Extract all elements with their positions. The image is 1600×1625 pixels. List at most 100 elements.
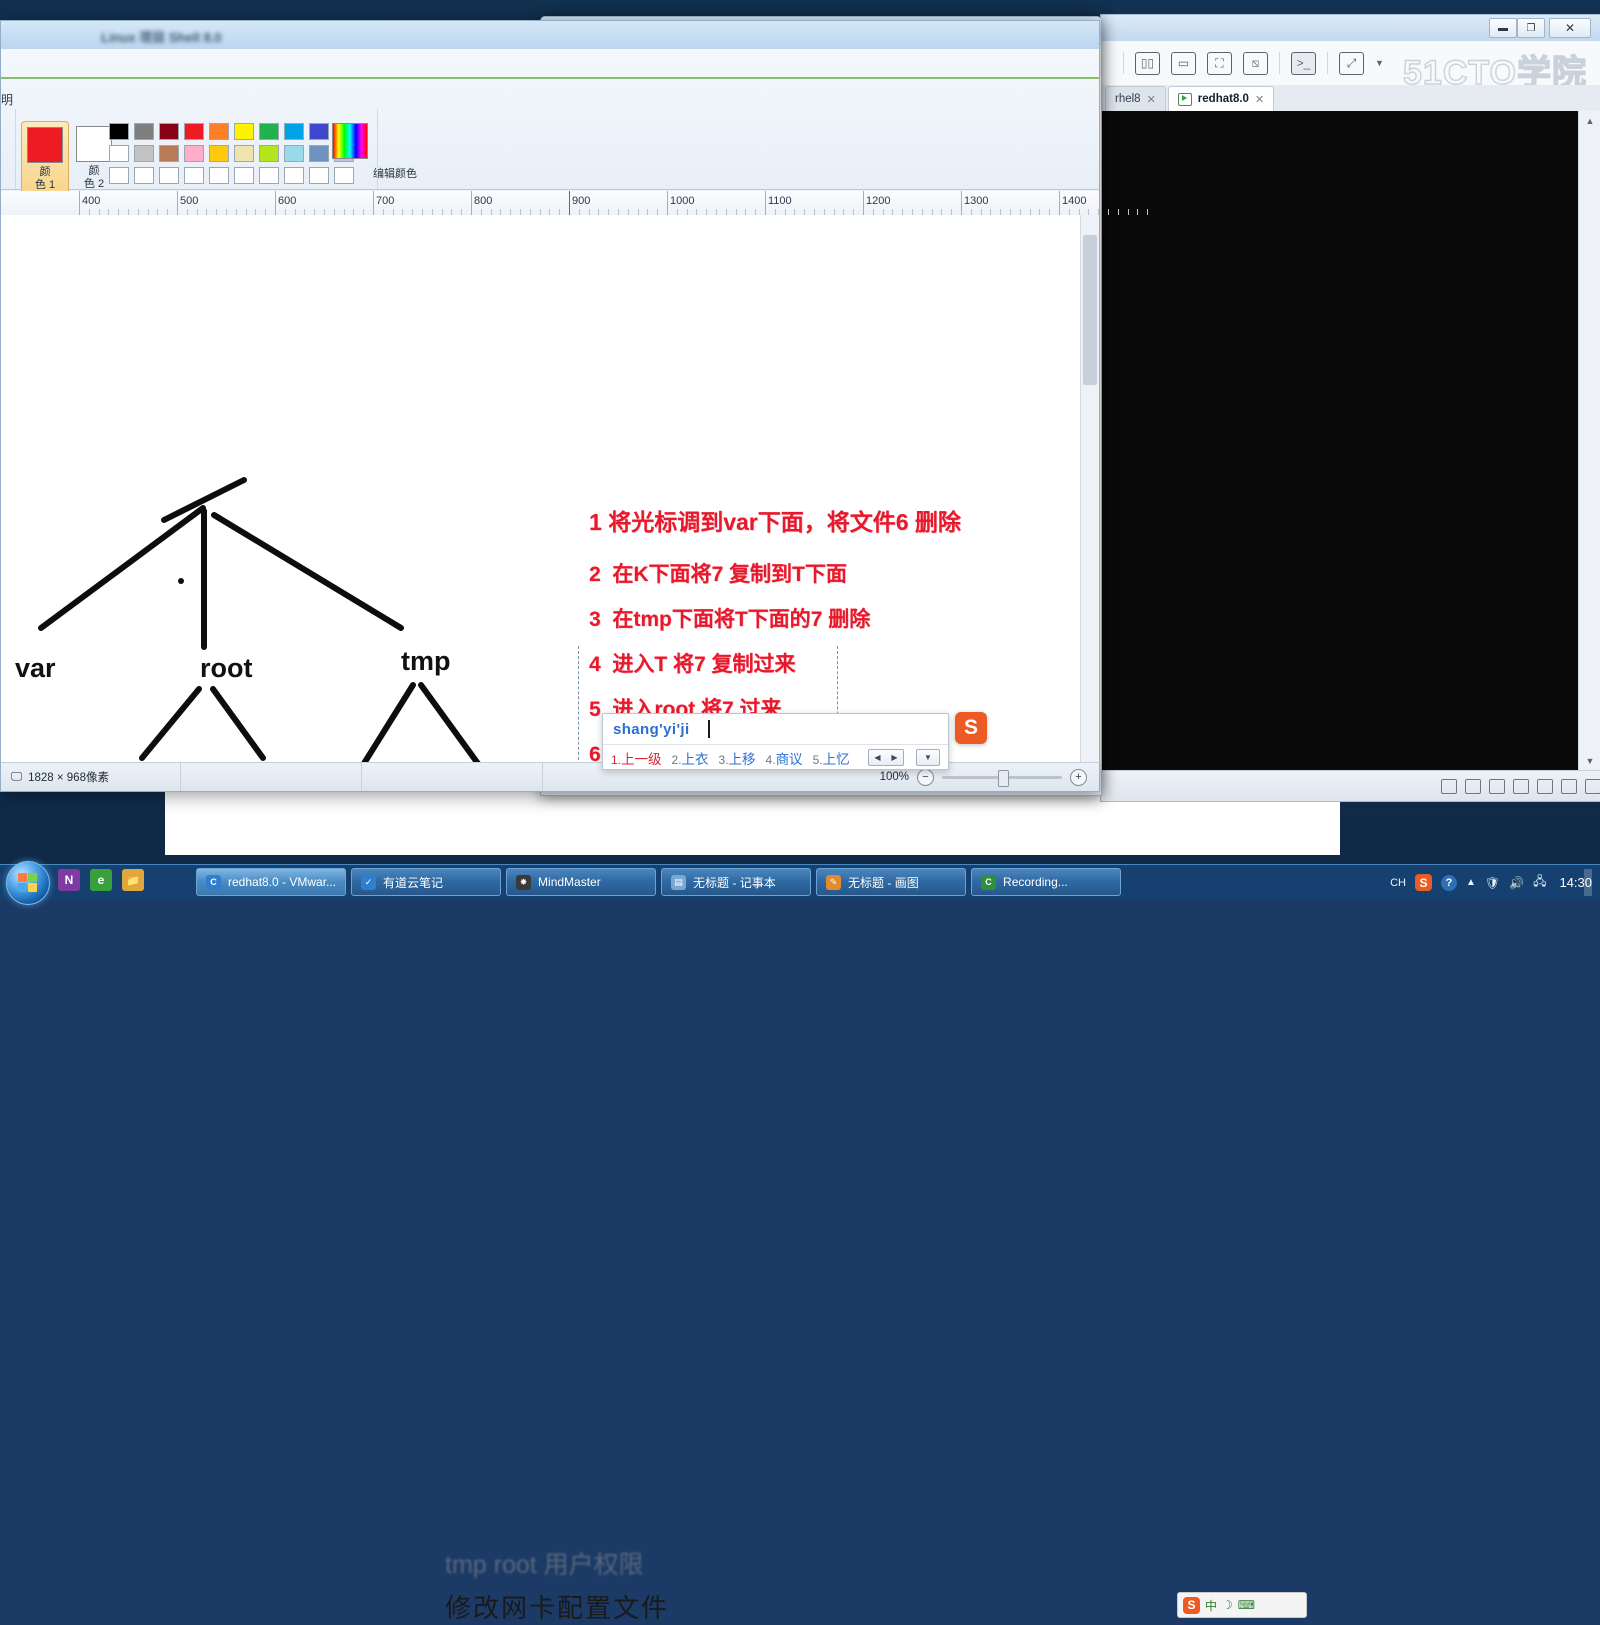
moon-icon[interactable]: ☽ xyxy=(1222,1598,1233,1612)
palette-swatch-1-4[interactable] xyxy=(184,123,204,140)
usb-icon[interactable] xyxy=(1513,778,1529,794)
ime-menu-icon[interactable]: ▼ xyxy=(916,749,940,766)
taskbar-item-youdao[interactable]: ✓ 有道云笔记 xyxy=(351,868,502,896)
cd-icon[interactable] xyxy=(1465,778,1481,794)
onenote-icon[interactable]: N xyxy=(58,869,80,891)
close-icon[interactable]: ✕ xyxy=(1147,93,1156,106)
ime-pinyin-input[interactable]: shang'yi'ji xyxy=(613,721,690,738)
palette-swatch-3-1[interactable] xyxy=(109,167,129,184)
palette-swatch-2-3[interactable] xyxy=(159,145,179,162)
palette-swatch-1-3[interactable] xyxy=(159,123,179,140)
ime-candidate-window[interactable]: shang'yi'ji 1.上一级 2.上衣 3.上移 4.商议 5.上忆 ◀ … xyxy=(602,713,949,770)
ime-candidate-list[interactable]: 1.上一级 2.上衣 3.上移 4.商议 5.上忆 xyxy=(611,748,850,768)
input-language-indicator[interactable]: CH xyxy=(1390,877,1406,889)
palette-swatch-1-1[interactable] xyxy=(109,123,129,140)
show-desktop-button[interactable] xyxy=(1584,869,1592,896)
canvas-vertical-scrollbar[interactable] xyxy=(1080,215,1099,775)
dropdown-caret-icon[interactable]: ▼ xyxy=(1375,58,1384,68)
zoom-in-button[interactable]: + xyxy=(1070,768,1087,786)
paint-titlebar[interactable]: Linux 项目 Shell 8.0 xyxy=(1,21,1099,49)
palette-swatch-3-2[interactable] xyxy=(134,167,154,184)
unity-mode-icon[interactable]: ⧅ xyxy=(1243,51,1268,75)
color-palette[interactable] xyxy=(109,123,356,186)
display-icon[interactable] xyxy=(1585,778,1600,794)
action-center-icon[interactable]: 🛡 xyxy=(1485,876,1500,890)
expand-icon[interactable]: ⤢ xyxy=(1339,51,1364,75)
zoom-out-button[interactable]: − xyxy=(917,768,934,786)
sogou-tray-icon[interactable]: S xyxy=(1414,874,1432,891)
ime-page-nav[interactable]: ◀ ▶ xyxy=(868,749,904,766)
close-button[interactable]: ✕ xyxy=(1549,18,1591,38)
maximize-button[interactable]: ❐ xyxy=(1517,18,1545,38)
taskbar-item-paint[interactable]: ✎ 无标题 - 画图 xyxy=(816,868,967,896)
palette-swatch-3-8[interactable] xyxy=(284,167,304,184)
palette-swatch-2-1[interactable] xyxy=(109,145,129,162)
scrollbar-thumb[interactable] xyxy=(1083,235,1097,385)
vmware-right-titlebar[interactable]: ▬ ❐ ✕ xyxy=(1101,15,1600,41)
keyboard-icon[interactable]: ⌨ xyxy=(1238,1598,1255,1612)
vmware-right-window[interactable]: ▬ ❐ ✕ ▯▯ ▭ ⛶ ⧅ >_ ⤢ ▼ 51CTO学院 rhel8 ✕ re… xyxy=(1100,14,1600,802)
explorer-icon[interactable]: 📁 xyxy=(122,869,144,891)
palette-swatch-3-4[interactable] xyxy=(184,167,204,184)
paint-window[interactable]: Linux 项目 Shell 8.0 明 颜 色 1 颜 色 2 编辑颜色 颜色 xyxy=(0,20,1149,792)
sogou-language-bar[interactable]: S 中 ☽ ⌨ xyxy=(1177,1592,1307,1618)
printer-icon[interactable] xyxy=(1561,778,1577,794)
palette-swatch-1-5[interactable] xyxy=(209,123,229,140)
ime-candidate-4[interactable]: 4.商议 xyxy=(766,748,803,768)
color1-button[interactable]: 颜 色 1 xyxy=(21,121,69,201)
zoom-slider-track[interactable] xyxy=(942,769,1062,787)
palette-swatch-2-5[interactable] xyxy=(209,145,229,162)
ime-candidate-5[interactable]: 5.上忆 xyxy=(813,748,850,768)
palette-swatch-3-6[interactable] xyxy=(234,167,254,184)
color1-swatch[interactable] xyxy=(27,127,63,163)
taskbar-item-recording[interactable]: C Recording... xyxy=(971,868,1122,896)
palette-swatch-3-7[interactable] xyxy=(259,167,279,184)
taskbar-item-mindmaster[interactable]: ✸ MindMaster xyxy=(506,868,657,896)
split-view-icon[interactable]: ▯▯ xyxy=(1135,51,1160,75)
palette-swatch-2-4[interactable] xyxy=(184,145,204,162)
vm-tab-redhat8[interactable]: redhat8.0 ✕ xyxy=(1167,86,1275,111)
fullscreen-icon[interactable]: ⛶ xyxy=(1207,51,1232,75)
scroll-down-icon[interactable]: ▼ xyxy=(1583,754,1597,768)
taskbar-item-notepad[interactable]: ▤ 无标题 - 记事本 xyxy=(661,868,812,896)
palette-swatch-3-3[interactable] xyxy=(159,167,179,184)
color2-swatch[interactable] xyxy=(76,126,112,162)
ime-candidate-1[interactable]: 1.上一级 xyxy=(611,748,662,768)
palette-swatch-3-9[interactable] xyxy=(309,167,329,184)
palette-swatch-1-8[interactable] xyxy=(284,123,304,140)
help-tray-icon[interactable]: ? xyxy=(1440,874,1457,891)
vm-guest-screen[interactable] xyxy=(1101,111,1579,771)
taskbar-item-vmware[interactable]: C redhat8.0 - VMwar... xyxy=(196,868,347,896)
palette-swatch-2-2[interactable] xyxy=(134,145,154,162)
palette-swatch-1-7[interactable] xyxy=(259,123,279,140)
vm-right-scrollbar[interactable]: ▲ ▼ xyxy=(1578,111,1600,771)
hard-disk-icon[interactable] xyxy=(1441,778,1457,794)
volume-icon[interactable]: 🔊 xyxy=(1509,876,1524,890)
network-icon[interactable]: 🖧 xyxy=(1533,872,1546,893)
ime-candidate-3[interactable]: 3.上移 xyxy=(719,748,756,768)
ime-lang-label[interactable]: 中 xyxy=(1205,1597,1217,1614)
palette-swatch-1-6[interactable] xyxy=(234,123,254,140)
edit-colors-button[interactable] xyxy=(331,123,369,159)
bottom-pane-icon[interactable]: ▭ xyxy=(1171,51,1196,75)
palette-swatch-2-8[interactable] xyxy=(284,145,304,162)
start-button[interactable] xyxy=(6,861,50,905)
network-adapter-icon[interactable] xyxy=(1489,778,1505,794)
palette-swatch-3-5[interactable] xyxy=(209,167,229,184)
color-wheel-icon[interactable] xyxy=(332,123,368,159)
palette-swatch-2-6[interactable] xyxy=(234,145,254,162)
browser-icon[interactable]: e xyxy=(90,869,112,891)
close-icon[interactable]: ✕ xyxy=(1255,93,1264,106)
console-icon[interactable]: >_ xyxy=(1291,51,1316,75)
prev-page-icon[interactable]: ◀ xyxy=(869,750,886,765)
paint-canvas[interactable]: var root tmp H K W T 6 7 8 9 1 将光标调到var下… xyxy=(1,215,1081,775)
palette-swatch-3-10[interactable] xyxy=(334,167,354,184)
minimize-button[interactable]: ▬ xyxy=(1489,18,1517,38)
show-hidden-icons-button[interactable]: ▲ xyxy=(1466,877,1476,888)
palette-swatch-1-9[interactable] xyxy=(309,123,329,140)
scroll-up-icon[interactable]: ▲ xyxy=(1583,114,1597,128)
ime-candidate-2[interactable]: 2.上衣 xyxy=(672,748,709,768)
zoom-slider-thumb[interactable] xyxy=(998,769,1009,787)
palette-swatch-1-2[interactable] xyxy=(134,123,154,140)
next-page-icon[interactable]: ▶ xyxy=(886,750,903,765)
